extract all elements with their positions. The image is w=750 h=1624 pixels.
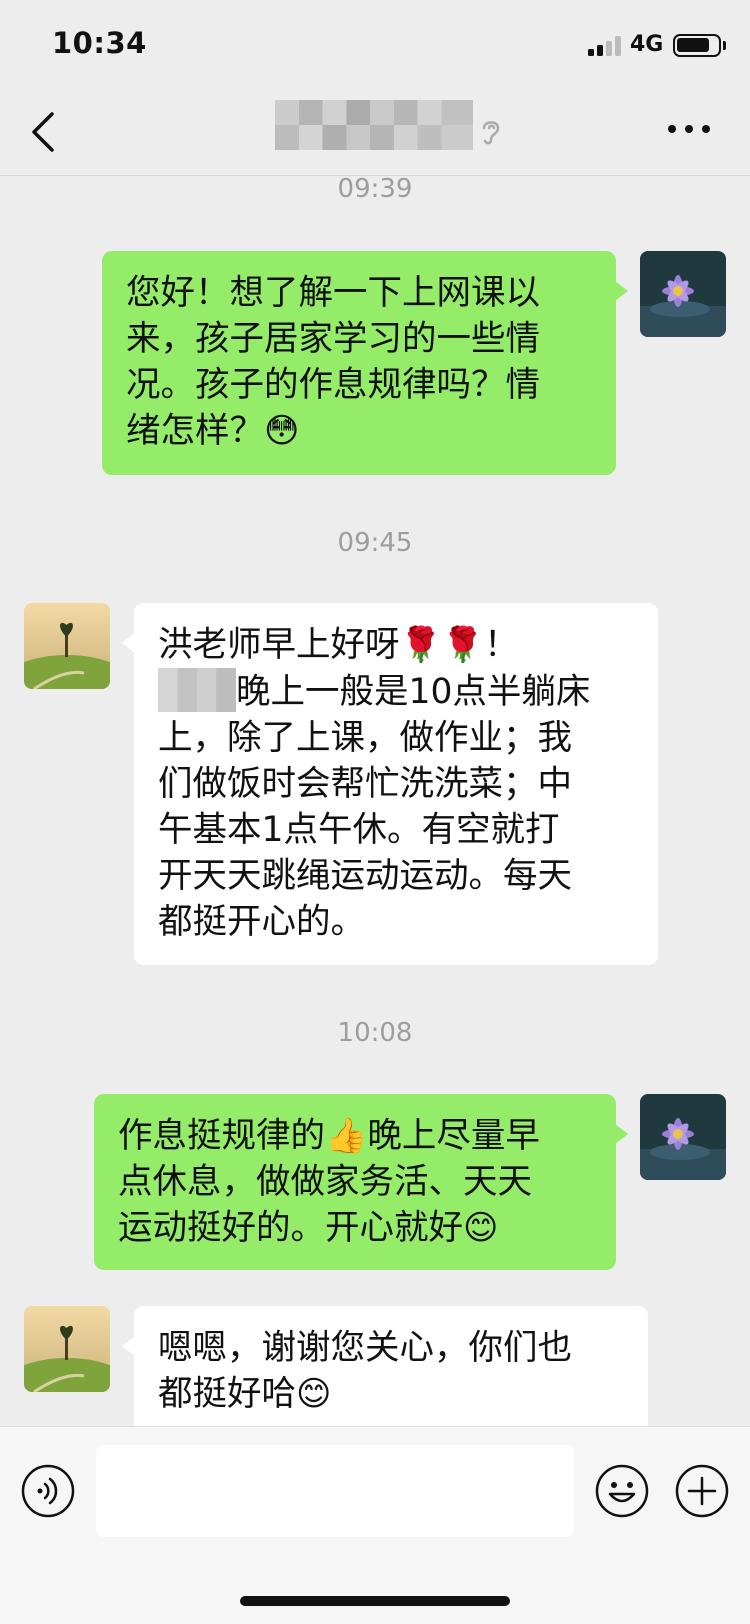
message-bubble-sent[interactable]: 作息挺规律的👍晚上尽量早 点休息，做做家务活、天天 运动挺好的。开心就好😊 <box>94 1094 628 1270</box>
input-bar <box>0 1426 750 1624</box>
voice-button[interactable] <box>20 1463 76 1519</box>
battery-icon <box>673 34 721 57</box>
back-button[interactable] <box>22 104 72 160</box>
message-line: 开天天跳绳运动运动。每天 <box>158 856 572 896</box>
time-label: 10:08 <box>337 1018 413 1048</box>
message-line: 午基本1点午休。有空就打 <box>158 810 560 850</box>
message-line: 嗯嗯，谢谢您关心，你们也 <box>158 1328 572 1368</box>
rose-emoji: 🌹🌹 <box>399 625 485 665</box>
smile-emoji: 😊 <box>296 1374 332 1414</box>
message-input[interactable] <box>96 1445 574 1537</box>
smile-emoji: 😊 <box>463 1208 499 1248</box>
plus-icon <box>675 1464 729 1518</box>
plus-button[interactable] <box>674 1463 730 1519</box>
ear-icon <box>478 116 504 146</box>
time-label: 09:39 <box>337 174 413 204</box>
landscape-avatar[interactable] <box>24 1306 110 1392</box>
message-line: 们做饭时会帮忙洗洗菜；中 <box>158 764 572 804</box>
message-line: 点休息，做做家务活、天天 <box>118 1162 532 1202</box>
flower-avatar[interactable] <box>640 1094 726 1180</box>
more-button[interactable] <box>664 116 714 142</box>
message-line: 您好！想了解一下上网课以 <box>126 273 540 313</box>
message-line: 晚上一般是10点半躺床 <box>236 672 591 712</box>
battery-cap <box>723 41 726 50</box>
message-bubble-sent[interactable]: 您好！想了解一下上网课以 来，孩子居家学习的一些情 况。孩子的作息规律吗？情 绪… <box>102 251 628 475</box>
chat-header <box>0 90 750 176</box>
more-icon <box>668 125 710 133</box>
message-line: 上，除了上课，做作业；我 <box>158 718 572 758</box>
message-line: 绪怎样？ <box>126 411 264 451</box>
contact-name-blurred[interactable] <box>275 100 473 150</box>
time-label: 09:45 <box>337 528 413 558</box>
status-time: 10:34 <box>52 26 147 60</box>
status-bar: 10:34 4G <box>0 0 750 90</box>
landscape-avatar[interactable] <box>24 603 110 689</box>
flower-avatar[interactable] <box>640 251 726 337</box>
message-line: 况。孩子的作息规律吗？情 <box>126 365 540 405</box>
network-type: 4G <box>630 32 664 57</box>
child-name-blurred <box>158 668 236 712</box>
message-line: 作息挺规律的 <box>118 1116 325 1156</box>
home-indicator[interactable] <box>240 1596 510 1606</box>
message-line: 洪老师早上好呀 <box>158 625 400 665</box>
voice-icon <box>21 1464 75 1518</box>
message-line: 运动挺好的。开心就好 <box>118 1208 463 1248</box>
emoji-icon <box>595 1464 649 1518</box>
message-line: 都挺开心的。 <box>158 902 365 942</box>
message-line: 来，孩子居家学习的一些情 <box>126 319 540 359</box>
thumbs-up-emoji: 👍 <box>325 1116 368 1156</box>
emoji-button[interactable] <box>594 1463 650 1519</box>
message-bubble-received[interactable]: 嗯嗯，谢谢您关心，你们也 都挺好哈😊 <box>122 1306 648 1442</box>
flushed-emoji: 😳 <box>264 411 300 451</box>
signal-icon <box>588 36 622 56</box>
message-line: 都挺好哈 <box>158 1374 296 1414</box>
message-bubble-received[interactable]: 洪老师早上好呀🌹🌹！ 晚上一般是10点半躺床 上，除了上课，做作业；我 们做饭时… <box>122 603 658 965</box>
message-line-end: 晚上尽量早 <box>367 1116 540 1156</box>
chevron-left-icon <box>32 112 54 152</box>
message-line-end: ！ <box>484 625 519 665</box>
